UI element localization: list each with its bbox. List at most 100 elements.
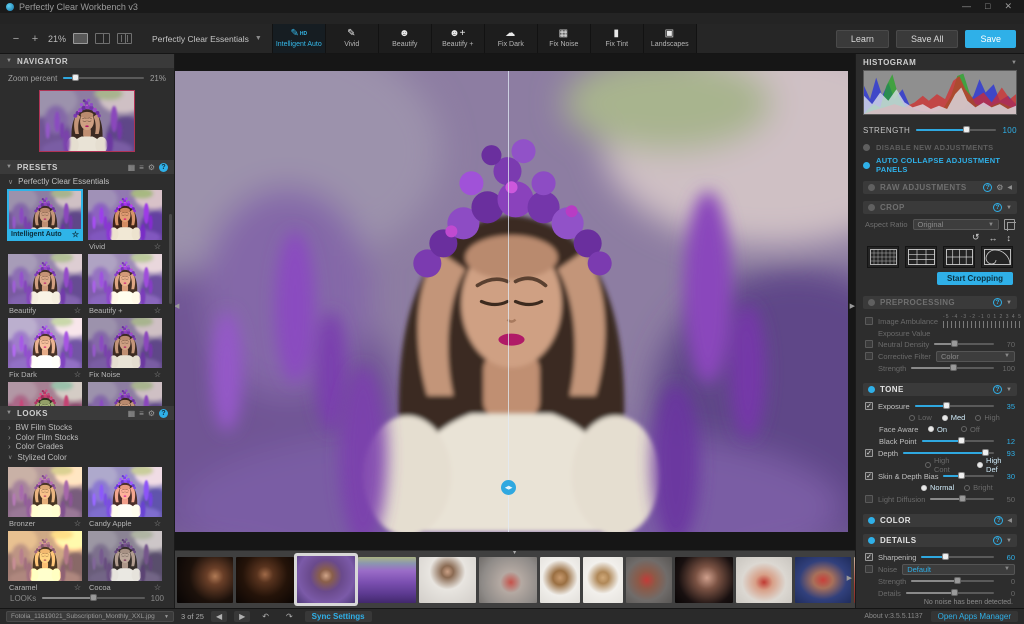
flip-horizontal-icon[interactable]: ↔ <box>989 233 998 243</box>
help-icon[interactable]: ? <box>159 163 168 172</box>
previous-image-button[interactable]: ◀ <box>211 611 227 622</box>
filmstrip-thumbnail[interactable] <box>358 557 416 603</box>
collapse-icon[interactable]: ▼ <box>1006 300 1012 306</box>
grid-view-icon[interactable]: ▦ <box>128 163 136 172</box>
depth-slider[interactable] <box>903 447 994 459</box>
toolbar-preset-button[interactable]: ☁ Fix Dark <box>485 24 538 53</box>
favorite-star-icon[interactable]: ☆ <box>74 583 81 592</box>
split-view-icon[interactable] <box>95 33 110 44</box>
help-icon[interactable]: ? <box>993 536 1002 545</box>
noise-dropdown[interactable]: Default ▼ <box>902 564 1015 575</box>
noise-checkbox[interactable] <box>865 565 873 573</box>
image-ambulance-checkbox[interactable] <box>865 317 873 325</box>
collapse-icon[interactable]: ◀ <box>1007 184 1012 191</box>
light-diffusion-slider[interactable] <box>930 493 994 505</box>
gear-icon[interactable]: ⚙ <box>148 163 155 172</box>
navigator-header[interactable]: ▼ NAVIGATOR <box>0 54 174 68</box>
filmstrip-collapse-icon[interactable]: ▼ <box>512 550 518 556</box>
crop-header[interactable]: CROP ? ▼ <box>863 201 1017 214</box>
presets-group-row[interactable]: ∨ Perfectly Clear Essentials <box>0 174 174 188</box>
exposure-level-radio[interactable]: High <box>975 413 999 422</box>
skin-mode-radio[interactable]: Bright <box>964 483 993 492</box>
single-view-icon[interactable] <box>73 33 88 44</box>
noise-details-slider[interactable] <box>906 587 994 599</box>
corrective-filter-dropdown[interactable]: Color ▼ <box>936 351 1015 362</box>
favorite-star-icon[interactable]: ☆ <box>154 370 161 379</box>
list-view-icon[interactable]: ≡ <box>139 163 144 172</box>
minimize-button[interactable]: — <box>962 1 971 12</box>
skin-mode-radio[interactable]: Normal <box>921 483 954 492</box>
preset-thumbnail[interactable]: Fix Dark☆ Fix Dark ☆ <box>8 318 82 379</box>
open-apps-manager-button[interactable]: Open Apps Manager <box>931 611 1018 622</box>
look-thumbnail[interactable]: Candy Apple Candy Apple ☆ <box>88 467 162 528</box>
collapse-left-panel-icon[interactable]: ◀ <box>175 302 179 310</box>
favorite-star-icon[interactable]: ☆ <box>154 519 161 528</box>
filmstrip-thumbnail[interactable] <box>177 557 233 603</box>
skin-depth-bias-checkbox[interactable]: ✓ <box>865 472 873 480</box>
toolbar-preset-button[interactable]: ☻+ Beautify + <box>432 24 485 53</box>
collapse-icon[interactable]: ▼ <box>1006 387 1012 393</box>
about-version[interactable]: About v:3.5.5.1137 <box>864 613 922 620</box>
grid-view-icon[interactable]: ▦ <box>128 409 136 418</box>
exposure-level-radio[interactable]: Low <box>909 413 932 422</box>
preset-thumbnail[interactable]: Fix Noise☆ Fix Noise ☆ <box>88 318 162 379</box>
filmstrip-scroll-right-icon[interactable]: ▶ <box>847 574 852 582</box>
tone-header[interactable]: TONE ? ▼ <box>863 383 1017 396</box>
favorite-star-icon[interactable]: ☆ <box>74 370 81 379</box>
exposure-checkbox[interactable]: ✓ <box>865 402 873 410</box>
looks-tree-item[interactable]: Color Film Stocks <box>8 433 166 443</box>
before-after-divider[interactable] <box>508 71 509 532</box>
exposure-level-radio[interactable]: Med <box>942 413 966 422</box>
filmstrip-thumbnail[interactable] <box>540 557 580 603</box>
depth-checkbox[interactable]: ✓ <box>865 449 873 457</box>
navigator-zoom-slider[interactable] <box>63 72 144 84</box>
exposure-value-ruler[interactable]: -5 -4 -3 -2 -1 0 1 2 3 4 5 <box>943 314 1022 328</box>
light-diffusion-checkbox[interactable] <box>865 495 873 503</box>
close-button[interactable]: ✕ <box>1004 1 1012 12</box>
preprocessing-strength-slider[interactable] <box>911 362 994 374</box>
color-header[interactable]: COLOR ? ◀ <box>863 514 1017 527</box>
grid-overlay-fine-button[interactable] <box>867 246 899 268</box>
learn-button[interactable]: Learn <box>836 30 889 48</box>
collapse-right-panel-icon[interactable]: ▶ <box>850 302 855 310</box>
toolbar-preset-button[interactable]: ▣ Landscapes <box>644 24 697 53</box>
preset-thumbnail[interactable]: Beautify☆ Beautify ☆ <box>8 254 82 315</box>
preset-group-dropdown[interactable]: Perfectly Clear Essentials ▼ <box>142 24 272 53</box>
filmstrip-thumbnail[interactable] <box>675 557 733 603</box>
toolbar-preset-button[interactable]: ▮ Fix Tint <box>591 24 644 53</box>
sync-settings-button[interactable]: Sync Settings <box>305 611 372 622</box>
preset-thumbnail[interactable]: Intelligent Auto☆ Intelligent Auto ☆ <box>8 190 82 251</box>
look-thumbnail[interactable]: Caramel Caramel ☆ <box>8 531 82 592</box>
file-dropdown[interactable]: Fotolia_11619021_Subscription_Monthly_XX… <box>6 611 174 622</box>
collapse-icon[interactable]: ▼ <box>1006 205 1012 211</box>
crop-tool-icon[interactable] <box>1004 219 1015 230</box>
looks-tree-item[interactable]: Color Grades <box>8 442 166 452</box>
gear-icon[interactable]: ⚙ <box>996 183 1003 192</box>
noise-strength-slider[interactable] <box>911 575 994 587</box>
filmstrip-thumbnail[interactable] <box>479 557 537 603</box>
flip-vertical-icon[interactable]: ↕ <box>1007 233 1012 243</box>
zoom-in-button[interactable]: + <box>29 33 41 45</box>
black-point-slider[interactable] <box>922 435 994 447</box>
filmstrip-thumbnail[interactable] <box>297 556 355 603</box>
exposure-slider[interactable] <box>915 400 994 412</box>
grid-overlay-sixths-button[interactable] <box>943 246 975 268</box>
grid-overlay-thirds-button[interactable] <box>905 246 937 268</box>
help-icon[interactable]: ? <box>993 298 1002 307</box>
preprocessing-header[interactable]: PREPROCESSING ? ▼ <box>863 296 1017 309</box>
neutral-density-checkbox[interactable] <box>865 340 873 348</box>
corrective-filter-checkbox[interactable] <box>865 352 873 360</box>
toggle-row[interactable]: AUTO COLLAPSE ADJUSTMENT PANELS <box>863 156 1017 174</box>
collapse-icon[interactable]: ▼ <box>1006 538 1012 544</box>
next-image-button[interactable]: ▶ <box>234 611 250 622</box>
favorite-star-icon[interactable]: ☆ <box>74 519 81 528</box>
favorite-star-icon[interactable]: ☆ <box>154 583 161 592</box>
zoom-out-button[interactable]: − <box>10 33 22 45</box>
sharpening-checkbox[interactable]: ✓ <box>865 553 873 561</box>
preset-thumbnail[interactable]: Beautify +☆ Beautify + ☆ <box>88 254 162 315</box>
filmstrip-thumbnail[interactable] <box>736 557 792 603</box>
face-aware-radio[interactable]: Off <box>961 425 980 434</box>
filmstrip-thumbnail[interactable] <box>854 557 855 603</box>
save-all-button[interactable]: Save All <box>896 30 959 48</box>
toolbar-preset-button[interactable]: ✎ Vivid <box>326 24 379 53</box>
